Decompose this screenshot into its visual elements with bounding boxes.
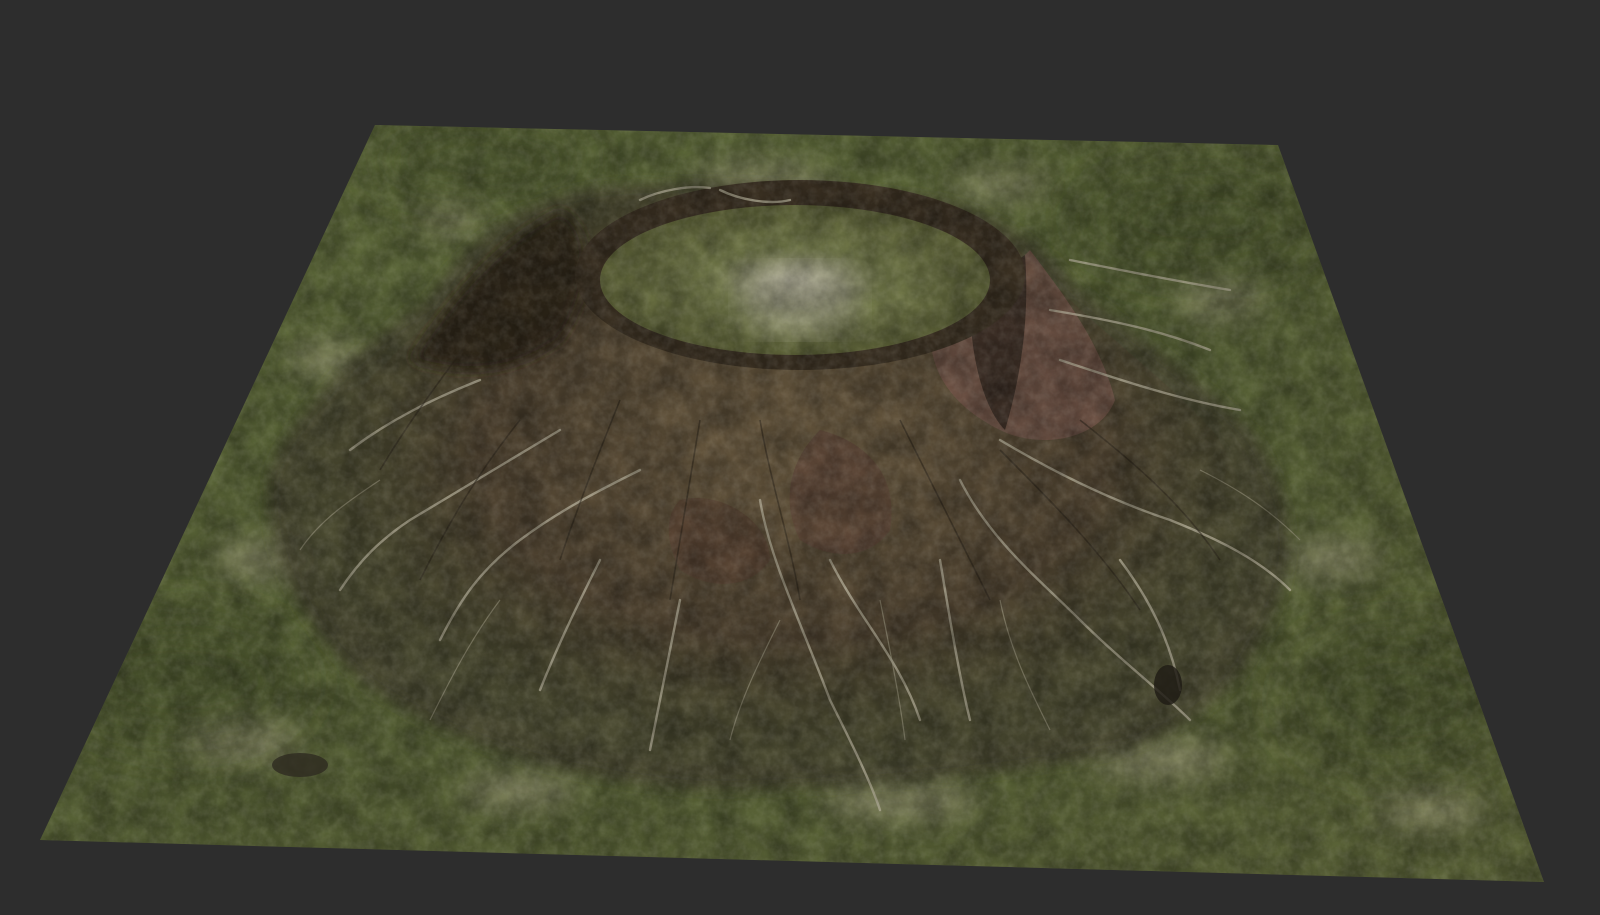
terrain-render: [40, 125, 1544, 882]
foothill-pit: [1154, 665, 1182, 705]
render-viewport: [0, 0, 1600, 915]
rock-outcrop: [272, 753, 328, 777]
